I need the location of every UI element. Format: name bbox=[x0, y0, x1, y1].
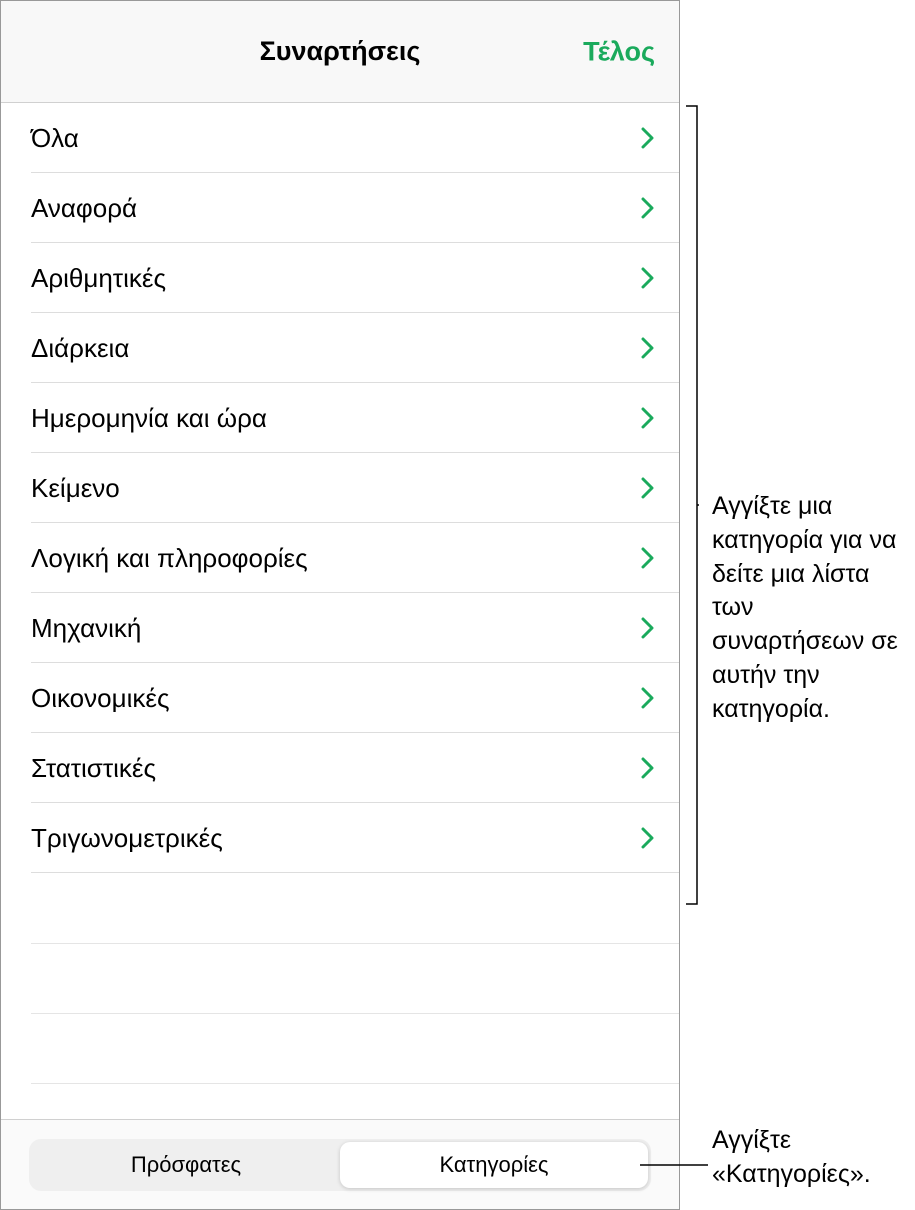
category-list: Όλα Αναφορά Αριθμητικές Διάρκεια Ημερομη… bbox=[1, 103, 679, 1119]
category-row-engineering[interactable]: Μηχανική bbox=[1, 593, 679, 663]
category-row-statistical[interactable]: Στατιστικές bbox=[1, 733, 679, 803]
chevron-right-icon bbox=[641, 617, 655, 639]
chevron-right-icon bbox=[641, 407, 655, 429]
chevron-right-icon bbox=[641, 827, 655, 849]
category-row-reference[interactable]: Αναφορά bbox=[1, 173, 679, 243]
chevron-right-icon bbox=[641, 127, 655, 149]
category-label: Τριγωνομετρικές bbox=[31, 823, 223, 854]
category-label: Διάρκεια bbox=[31, 333, 129, 364]
category-label: Οικονομικές bbox=[31, 683, 169, 714]
category-label: Αριθμητικές bbox=[31, 263, 166, 294]
category-row-numeric[interactable]: Αριθμητικές bbox=[1, 243, 679, 313]
category-label: Μηχανική bbox=[31, 613, 141, 644]
category-row-duration[interactable]: Διάρκεια bbox=[1, 313, 679, 383]
category-label: Ημερομηνία και ώρα bbox=[31, 403, 267, 434]
category-label: Λογική και πληροφορίες bbox=[31, 543, 308, 574]
empty-list-area bbox=[1, 873, 679, 1083]
callout-leader-icon bbox=[640, 1164, 708, 1166]
category-label: Όλα bbox=[31, 123, 79, 154]
chevron-right-icon bbox=[641, 687, 655, 709]
chevron-right-icon bbox=[641, 337, 655, 359]
segmented-control: Πρόσφατες Κατηγορίες bbox=[29, 1139, 651, 1191]
panel-title: Συναρτήσεις bbox=[260, 36, 421, 67]
tab-recent-label: Πρόσφατες bbox=[131, 1152, 241, 1178]
panel-footer: Πρόσφατες Κατηγορίες bbox=[1, 1119, 679, 1209]
functions-panel: Συναρτήσεις Τέλος Όλα Αναφορά Αριθμητικέ… bbox=[0, 0, 680, 1210]
tab-categories-label: Κατηγορίες bbox=[439, 1152, 548, 1178]
tab-recent[interactable]: Πρόσφατες bbox=[32, 1142, 340, 1188]
category-row-financial[interactable]: Οικονομικές bbox=[1, 663, 679, 733]
callout-text-tap-categories: Αγγίξτε «Κατηγορίες». bbox=[712, 1124, 907, 1192]
category-row-datetime[interactable]: Ημερομηνία και ώρα bbox=[1, 383, 679, 453]
category-label: Κείμενο bbox=[31, 473, 120, 504]
category-row-all[interactable]: Όλα bbox=[1, 103, 679, 173]
category-row-text[interactable]: Κείμενο bbox=[1, 453, 679, 523]
panel-header: Συναρτήσεις Τέλος bbox=[1, 1, 679, 103]
done-button[interactable]: Τέλος bbox=[583, 36, 655, 67]
chevron-right-icon bbox=[641, 197, 655, 219]
callout-text-categories: Αγγίξτε μια κατηγορία για να δείτε μια λ… bbox=[712, 490, 907, 726]
chevron-right-icon bbox=[641, 757, 655, 779]
tab-categories[interactable]: Κατηγορίες bbox=[340, 1142, 648, 1188]
category-row-trigonometric[interactable]: Τριγωνομετρικές bbox=[1, 803, 679, 873]
category-label: Στατιστικές bbox=[31, 753, 156, 784]
category-row-logic-info[interactable]: Λογική και πληροφορίες bbox=[1, 523, 679, 593]
chevron-right-icon bbox=[641, 547, 655, 569]
category-label: Αναφορά bbox=[31, 193, 137, 224]
chevron-right-icon bbox=[641, 267, 655, 289]
callout-bracket-icon bbox=[685, 105, 699, 905]
chevron-right-icon bbox=[641, 477, 655, 499]
